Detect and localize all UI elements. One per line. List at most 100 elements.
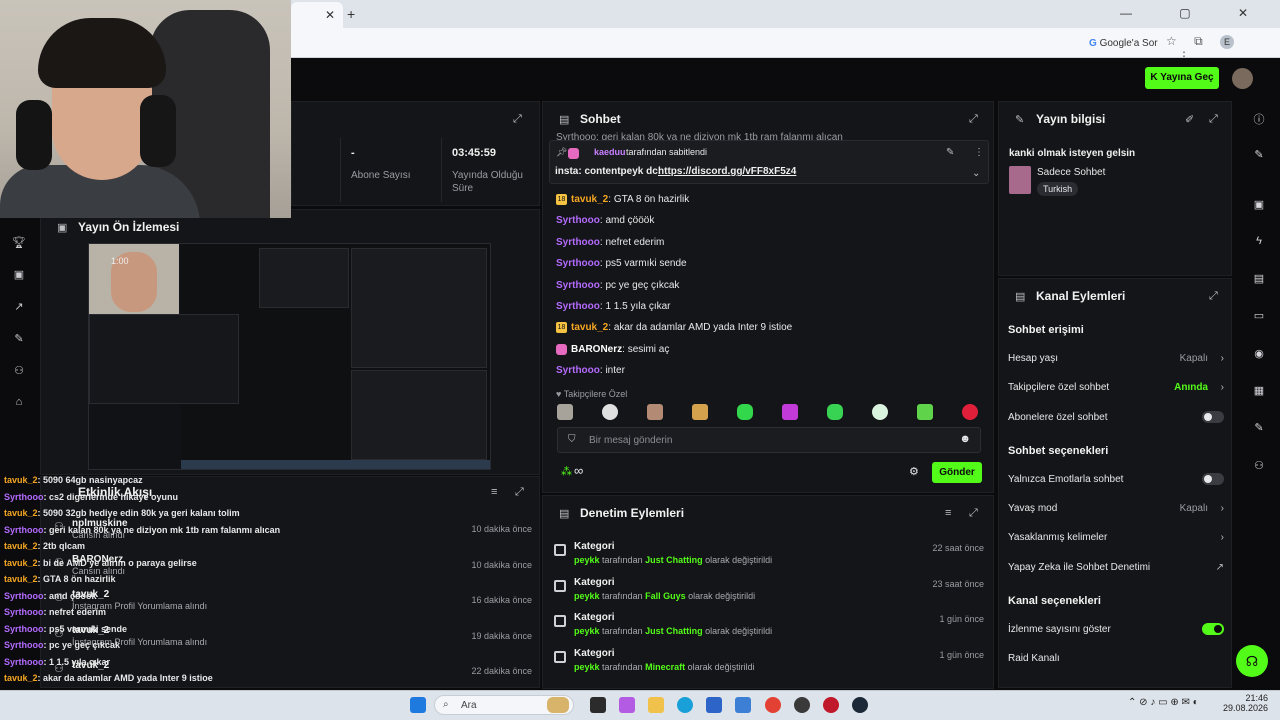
info-icon[interactable]: ⓘ	[1252, 111, 1266, 126]
chat-username[interactable]: Syrthooo	[556, 301, 600, 312]
chat-username[interactable]: Syrthooo	[556, 258, 600, 269]
chat-username[interactable]: Syrthooo	[556, 365, 600, 376]
calendar-icon[interactable]: ▦	[1252, 384, 1266, 398]
window-controls[interactable]: — ▢ ✕	[1120, 6, 1270, 20]
channel-icon: ▤	[1015, 291, 1026, 303]
emoji-icon[interactable]: ☻	[959, 433, 971, 445]
feed-message: Syrthooo: pc ye geç çıkcak	[4, 640, 120, 650]
chat-username[interactable]: tavuk_2	[571, 323, 608, 334]
trophy-icon[interactable]: 🏆︎	[12, 236, 26, 250]
media-icon[interactable]	[823, 697, 839, 713]
edit-icon[interactable]: ✎	[1252, 148, 1266, 162]
profile-avatar[interactable]: E	[1220, 35, 1235, 49]
taskbar-search[interactable]: ⌕ Ara	[434, 695, 574, 715]
store-icon[interactable]: ⌂	[12, 396, 26, 410]
banned-words-setting[interactable]: Yasaklanmış kelimeler ›	[1008, 532, 1224, 543]
moderation-user: peykk	[574, 661, 600, 672]
emote[interactable]	[557, 404, 573, 420]
mail-icon[interactable]	[735, 697, 751, 713]
account-age-setting[interactable]: Hesap yaşı Kapalı ›	[1008, 353, 1224, 364]
store-icon[interactable]	[706, 697, 722, 713]
emote[interactable]	[647, 404, 663, 420]
emote[interactable]	[602, 404, 618, 420]
send-button[interactable]: Gönder	[932, 462, 982, 483]
feed-username: tavuk_2	[4, 557, 38, 568]
webcam-headphone-right	[140, 95, 176, 167]
edit-icon[interactable]: ✐	[1185, 113, 1194, 126]
lightning-icon[interactable]: ϟ	[1252, 235, 1266, 249]
filter-icon[interactable]: ≡	[945, 507, 951, 519]
chat-username[interactable]: Syrthooo	[556, 215, 600, 226]
slow-mode-setting[interactable]: Yavaş mod Kapalı ›	[1008, 503, 1224, 514]
close-tab-icon[interactable]: ✕	[325, 8, 335, 22]
emote[interactable]	[827, 404, 843, 420]
chrome-icon[interactable]	[765, 697, 781, 713]
extensions-icon[interactable]: ⧉	[1194, 34, 1203, 48]
show-viewers-toggle[interactable]	[1202, 623, 1224, 635]
subscribers-only-toggle[interactable]	[1202, 411, 1224, 423]
community-icon[interactable]: ⚇	[1252, 459, 1266, 473]
chat-message-input[interactable]: ⛉ Bir mesaj gönderin ☻	[557, 427, 981, 453]
expand-icon[interactable]: ⤢	[969, 113, 978, 126]
expand-icon[interactable]: ⤢	[513, 113, 522, 126]
list-icon[interactable]: ▤	[1252, 272, 1266, 286]
file-explorer-icon[interactable]	[648, 697, 664, 713]
go-live-button[interactable]: K Yayına Geç	[1145, 67, 1219, 89]
raid-channel-setting[interactable]: Raid Kanalı	[1008, 653, 1224, 664]
edge-icon[interactable]	[677, 697, 693, 713]
task-view-icon[interactable]	[590, 697, 606, 713]
moderation-detail: peykk tarafından Minecraft olarak değişt…	[574, 662, 755, 672]
chat-message: 18 tavuk_2: GTA 8 ön hazirlik	[556, 194, 689, 205]
taskbar-clock[interactable]: 21:46 29.08.2026	[1210, 693, 1268, 713]
kick-points-icon[interactable]: ⁂	[561, 465, 572, 478]
analytics-icon[interactable]: ↗	[12, 300, 26, 314]
chevron-down-icon[interactable]: ⌄	[972, 168, 980, 179]
user-avatar[interactable]	[1232, 68, 1253, 89]
browser-tab[interactable]: ✕	[291, 2, 343, 28]
expand-icon[interactable]: ⤢	[1209, 290, 1218, 303]
preview-icon[interactable]: ▣	[1252, 198, 1266, 212]
tray-icons[interactable]: ⌃ ⊘ ♪ ▭ ⊕ ✉ ◐	[1128, 697, 1199, 708]
support-chat-button[interactable]: ☊	[1236, 645, 1268, 677]
obs-icon[interactable]	[794, 697, 810, 713]
expand-icon[interactable]: ⤢	[515, 486, 524, 499]
ai-moderation-setting[interactable]: Yapay Zeka ile Sohbet Denetimi ↗	[1008, 562, 1224, 573]
community-icon[interactable]: ⚇	[12, 364, 26, 378]
wrench-icon[interactable]: ✎	[12, 332, 26, 346]
record-icon[interactable]: ◉	[1252, 347, 1266, 361]
preview-nested-panel	[89, 314, 239, 404]
chat-username[interactable]: Syrthooo	[556, 237, 600, 248]
emote[interactable]	[917, 404, 933, 420]
windows-start-icon[interactable]	[410, 697, 426, 713]
video-icon[interactable]: ▣	[12, 268, 26, 282]
more-options-icon[interactable]: ⋮	[974, 147, 984, 158]
copilot-icon[interactable]	[619, 697, 635, 713]
emote[interactable]	[962, 404, 978, 420]
expand-icon[interactable]: ⤢	[969, 507, 978, 520]
filter-icon[interactable]: ≡	[491, 486, 497, 498]
emote[interactable]	[737, 404, 753, 420]
steam-icon[interactable]	[852, 697, 868, 713]
emote[interactable]	[782, 404, 798, 420]
expand-icon[interactable]: ⤢	[1209, 113, 1218, 126]
unpin-icon[interactable]: ✎	[946, 147, 954, 158]
chat-username[interactable]: tavuk_2	[571, 194, 608, 205]
setting-value: Kapalı	[1179, 353, 1208, 364]
followers-only-setting[interactable]: Takipçilere özel sohbet Anında ›	[1008, 382, 1224, 393]
stream-preview-video[interactable]: 1:00	[88, 243, 491, 470]
google-ask-chip[interactable]: G Google'a Sor	[1083, 35, 1164, 53]
moderation-detail: peykk tarafından Fall Guys olarak değişt…	[574, 591, 755, 601]
chat-settings-gear-icon[interactable]: ⚙	[909, 465, 919, 478]
chat-username[interactable]: BARONerz	[571, 344, 622, 355]
emote[interactable]	[872, 404, 888, 420]
emote[interactable]	[692, 404, 708, 420]
emote-only-toggle[interactable]	[1202, 473, 1224, 485]
pinned-link[interactable]: https://discord.gg/vFF8xF5z4	[658, 166, 796, 177]
chat-username[interactable]: Syrthooo	[556, 280, 600, 291]
chat-icon[interactable]: ▭	[1252, 309, 1266, 323]
new-tab-button[interactable]: +	[347, 6, 355, 22]
wrench-icon[interactable]: ✎	[1252, 421, 1266, 435]
emote-only-setting: Yalnızca Emotlarla sohbet	[1008, 473, 1224, 485]
bookmark-star-icon[interactable]: ☆	[1166, 34, 1177, 48]
feed-username: Syrthooo	[4, 491, 44, 502]
